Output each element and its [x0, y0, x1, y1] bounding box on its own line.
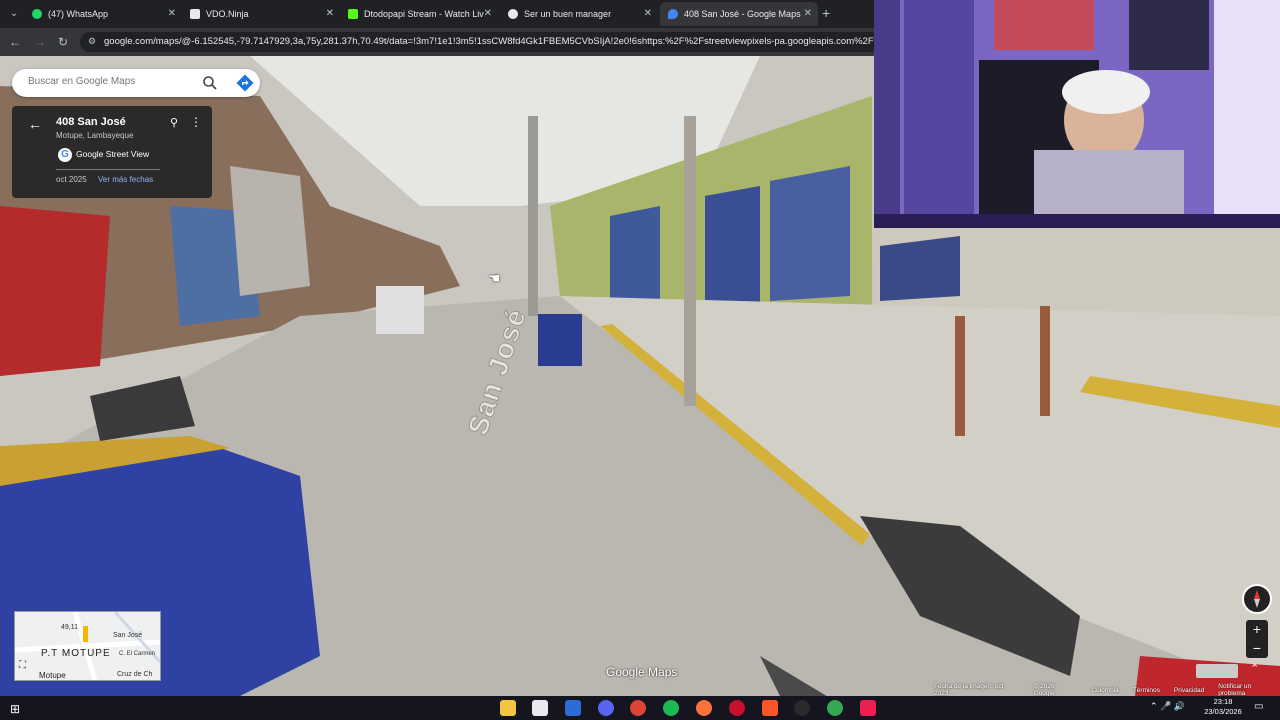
close-icon[interactable]: ✕ — [644, 8, 652, 19]
tab-label: 408 San José - Google Maps — [684, 9, 801, 19]
google-maps-icon — [668, 9, 678, 19]
kick-icon — [348, 9, 358, 19]
system-tray-icons[interactable]: ⌃ 🎤 🔊 — [1150, 701, 1185, 712]
webcam-overlay — [874, 0, 1280, 228]
tab-whatsapp[interactable]: (47) WhatsApp ✕ — [24, 2, 182, 26]
tab-search-icon[interactable]: ⌄ — [6, 6, 22, 22]
windows-start-icon[interactable]: ⊞ — [10, 702, 20, 716]
vdo-ninja-icon — [190, 9, 200, 19]
chatgpt-icon — [508, 9, 518, 19]
chrome-icon[interactable] — [630, 700, 646, 716]
url-text[interactable]: google.com/maps/@-6.152545,-79.7147929,3… — [104, 36, 874, 47]
expand-icon[interactable]: ⌃ — [1250, 662, 1259, 675]
notifications-icon[interactable]: ▭ — [1254, 701, 1263, 712]
tab-label: Dtodopapi Stream - Watch Live — [364, 9, 484, 19]
app-icon[interactable] — [565, 700, 581, 716]
forward-icon[interactable]: → — [34, 35, 46, 49]
tab-google-maps[interactable]: 408 San José - Google Maps ✕ — [660, 2, 818, 26]
spotify-icon[interactable] — [663, 700, 679, 716]
more-options-icon[interactable]: ⋮ — [190, 115, 202, 129]
back-arrow-icon[interactable]: ← — [28, 116, 42, 132]
windows-taskbar: ⊞ ⌃ 🎤 🔊 23:18 23/03/2026 ▭ — [0, 696, 1280, 720]
new-tab-button[interactable]: + — [822, 6, 830, 20]
tab-kick-stream[interactable]: Dtodopapi Stream - Watch Live ✕ — [340, 2, 498, 26]
chrome-active-icon[interactable] — [827, 700, 843, 716]
back-icon[interactable]: ← — [9, 35, 21, 49]
layers-thumbnail[interactable] — [1196, 664, 1238, 678]
expand-map-icon[interactable]: ⛶ — [19, 660, 26, 671]
imagery-date: Fecha de la imagen: oct 2023 — [934, 683, 1004, 697]
tab-vdo-ninja[interactable]: VDO.Ninja ✕ — [182, 2, 340, 26]
close-icon[interactable]: ✕ — [804, 8, 812, 19]
copyright: © 2026 Google — [1033, 683, 1055, 697]
obs-icon[interactable] — [794, 700, 810, 716]
minimap[interactable]: 49,11 San José P.T MOTUPE C. El Carmen M… — [14, 611, 161, 681]
tiktok-icon[interactable] — [860, 700, 876, 716]
place-subtitle: Motupe, Lambayeque — [56, 131, 134, 140]
file-explorer-icon[interactable] — [500, 700, 516, 716]
firefox-icon[interactable] — [696, 700, 712, 716]
close-icon[interactable]: ✕ — [326, 8, 334, 19]
zoom-control: + − — [1246, 620, 1268, 658]
google-logo-icon: G — [58, 148, 72, 162]
close-icon[interactable]: ✕ — [168, 8, 176, 19]
zoom-in-button[interactable]: + — [1246, 620, 1268, 639]
report-problem-link[interactable]: Notificar un problema — [1218, 683, 1280, 697]
directions-icon[interactable] — [236, 74, 254, 92]
terms-link[interactable]: Términos — [1133, 687, 1160, 694]
maps-search-box — [12, 69, 260, 97]
opera-icon[interactable] — [729, 700, 745, 716]
minimap-label: P.T MOTUPE — [41, 648, 111, 659]
clock-date: 23/03/2026 — [1204, 707, 1242, 716]
compass-needle — [1254, 590, 1260, 608]
maps-footer: Fecha de la imagen: oct 2023 © 2026 Goog… — [934, 683, 1280, 697]
privacy-link[interactable]: Privacidad — [1174, 687, 1204, 694]
minimap-label: Motupe — [39, 671, 66, 680]
clock-time: 23:18 — [1213, 697, 1233, 706]
maps-search-input[interactable] — [26, 75, 200, 88]
tab-label: (47) WhatsApp — [48, 9, 109, 19]
zoom-out-button[interactable]: − — [1246, 639, 1268, 658]
tab-label: VDO.Ninja — [206, 9, 249, 19]
minimap-label: Cruz de Ch — [117, 671, 153, 678]
minimap-label: C. El Carmen — [119, 651, 156, 657]
tab-chatgpt[interactable]: Ser un buen manager ✕ — [500, 2, 658, 26]
streamer-camera-image — [874, 0, 1280, 228]
close-icon[interactable]: ✕ — [484, 8, 492, 19]
capture-date: oct 2025 — [56, 175, 87, 184]
minimap-roads — [15, 612, 160, 680]
street-view-info-card: ← 408 San José Motupe, Lambayeque ⚲ ⋮ G … — [12, 106, 212, 198]
minimap-label: San José — [113, 632, 143, 639]
source-label: Google Street View — [76, 149, 150, 159]
minimap-label: 49,11 — [61, 624, 78, 631]
compass-icon[interactable] — [1242, 584, 1272, 614]
region-link[interactable]: Colombia — [1091, 687, 1118, 694]
whatsapp-icon — [32, 9, 42, 19]
hand-cursor-icon: ☚ — [488, 270, 501, 286]
tab-label: Ser un buen manager — [524, 9, 612, 19]
divider — [56, 169, 160, 170]
site-info-icon[interactable]: ⚙ — [88, 36, 98, 46]
brave-icon[interactable] — [762, 700, 778, 716]
store-icon[interactable] — [532, 700, 548, 716]
clock[interactable]: 23:18 23/03/2026 — [1200, 697, 1246, 717]
more-dates-link[interactable]: Ver más fechas — [98, 175, 153, 184]
place-title: 408 San José — [56, 116, 126, 128]
reload-icon[interactable]: ↻ — [58, 35, 68, 49]
search-icon[interactable] — [202, 75, 218, 91]
location-pin-icon[interactable]: ⚲ — [170, 116, 178, 129]
discord-icon[interactable] — [598, 700, 614, 716]
google-maps-watermark: Google Maps — [606, 665, 678, 679]
